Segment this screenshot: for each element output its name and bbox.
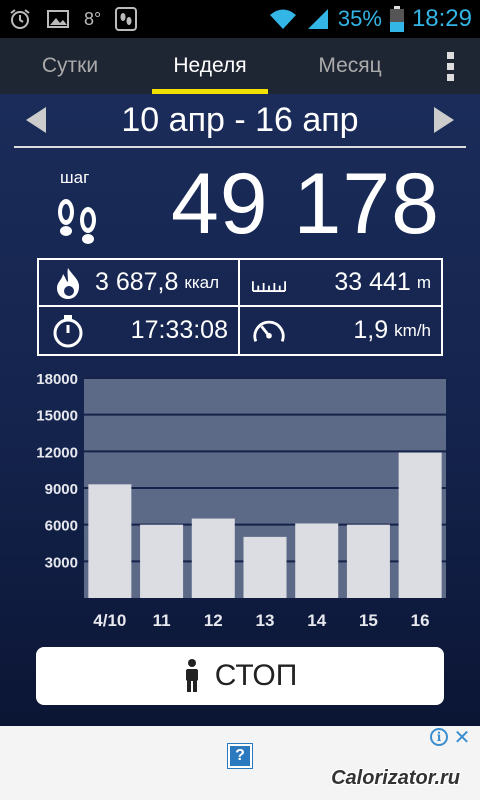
- next-week-button[interactable]: [433, 107, 454, 133]
- date-navigator: 10 апр - 16 апр: [0, 94, 480, 146]
- ad-close-icon[interactable]: ✕: [452, 726, 472, 749]
- steps-summary: шаг 49 178: [0, 156, 480, 252]
- chart-x-tick-label: 15: [359, 611, 378, 630]
- tab-week[interactable]: Неделя: [140, 38, 280, 94]
- chart-x-tick-label: 14: [307, 611, 326, 630]
- flame-icon: [51, 266, 85, 300]
- watermark: Calorizator.ru: [331, 767, 460, 789]
- gallery-icon: [46, 8, 70, 30]
- speed-unit: km/h: [394, 320, 431, 340]
- speedometer-icon: [252, 314, 286, 348]
- chart-y-tick-label: 6000: [45, 518, 78, 535]
- chart-bar: [346, 524, 390, 598]
- stopwatch-icon: [51, 314, 85, 348]
- calories-value: 3 687,8: [95, 268, 179, 296]
- chart-x-tick-label: 12: [204, 611, 223, 630]
- overflow-menu-button[interactable]: [420, 38, 480, 94]
- calories-cell: 3 687,8 ккал: [39, 260, 240, 307]
- chart-y-tick-label: 18000: [36, 371, 78, 388]
- ruler-icon: [252, 266, 286, 300]
- divider: [14, 146, 466, 148]
- duration-cell: 17:33:08: [39, 307, 240, 354]
- chart-bar: [398, 452, 442, 598]
- speed-cell: 1,9 km/h: [240, 307, 441, 354]
- chart-x-tick-label: 4/10: [93, 611, 126, 630]
- wifi-icon: [268, 7, 298, 31]
- chart-x-tick-label: 11: [153, 611, 171, 630]
- battery-percent: 35%: [337, 6, 382, 31]
- chart-x-tick-label: 13: [256, 611, 275, 630]
- calories-unit: ккал: [184, 272, 220, 292]
- chart-bar: [243, 536, 287, 598]
- main-panel: 10 апр - 16 апр шаг 49 178 3 687,8 ккал: [0, 94, 480, 726]
- alarm-icon: [8, 7, 32, 31]
- pedometer-notification-icon: [115, 7, 138, 31]
- chart-bar: [191, 518, 235, 598]
- tab-month[interactable]: Месяц: [280, 38, 420, 94]
- distance-unit: m: [416, 272, 431, 292]
- chart-bar: [295, 523, 339, 598]
- speed-value: 1,9: [353, 316, 389, 344]
- menu-dot-icon: [446, 62, 454, 70]
- status-bar: 8° 35% 18:29: [0, 0, 480, 38]
- chart-y-tick-label: 12000: [36, 444, 78, 461]
- distance-value: 33 441: [334, 268, 411, 296]
- stop-button-label: СТОП: [214, 659, 298, 692]
- chart-y-tick-label: 9000: [45, 481, 78, 498]
- prev-week-button[interactable]: [26, 107, 46, 133]
- menu-dot-icon: [446, 73, 454, 81]
- signal-icon: [306, 7, 330, 31]
- temperature-text: 8°: [84, 8, 102, 29]
- duration-value: 17:33:08: [130, 316, 228, 344]
- chart-y-tick-label: 3000: [45, 554, 78, 571]
- date-range: 10 апр - 16 апр: [121, 100, 359, 139]
- steps-count: 49 178: [170, 156, 440, 252]
- ad-info-icon[interactable]: i: [430, 728, 448, 746]
- battery-icon: [389, 6, 404, 32]
- tab-day[interactable]: Сутки: [0, 38, 140, 94]
- menu-dot-icon: [446, 51, 454, 59]
- weekly-steps-chart: 3000 6000 9000 12000 15000 18000 4/10 11 12 13 14 1…: [0, 364, 480, 634]
- chart-x-tick-label: 16: [411, 611, 430, 630]
- stats-grid: 3 687,8 ккал 33 441 m 17:33:08 1,9 km/h: [37, 258, 443, 356]
- chart-y-tick-label: 15000: [36, 408, 78, 425]
- steps-label: шаг: [60, 168, 90, 187]
- distance-cell: 33 441 m: [240, 260, 441, 307]
- chart-bar: [140, 524, 184, 598]
- clock: 18:29: [411, 5, 472, 32]
- tab-bar: Сутки Неделя Месяц: [0, 38, 480, 94]
- ad-banner[interactable]: ? i ✕ Calorizator.ru: [0, 726, 480, 800]
- footprints-icon: [58, 199, 96, 244]
- chart-bar: [88, 484, 132, 598]
- person-icon: [185, 659, 198, 692]
- ad-placeholder-icon: ?: [228, 744, 252, 768]
- chart-svg: 3000 6000 9000 12000 15000 18000 4/10 11 12 13 14 1…: [36, 371, 446, 630]
- stop-button[interactable]: СТОП: [36, 647, 444, 705]
